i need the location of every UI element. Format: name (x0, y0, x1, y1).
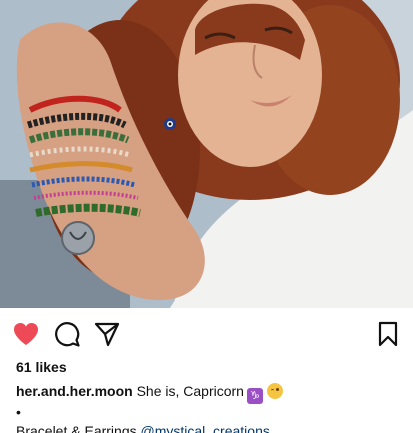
username-link[interactable]: her.and.her.moon (16, 383, 133, 399)
post-action-bar (0, 308, 413, 358)
paper-plane-icon (94, 322, 120, 347)
post-meta: 61 likes her.and.her.moon She is, Capric… (16, 358, 406, 433)
caption: her.and.her.moon She is, Capricorn ♑ (16, 382, 406, 404)
heart-icon (14, 323, 38, 345)
capricorn-sign-icon: ♑ (246, 388, 263, 404)
comment-button[interactable] (53, 320, 81, 348)
caption-separator: • (16, 404, 21, 420)
caption-credit: Bracelet & Earrings @mystical_creations_… (16, 422, 406, 433)
like-button[interactable] (12, 320, 40, 348)
comment-bubble-icon (55, 322, 80, 347)
selfie-illustration (0, 0, 413, 308)
smirking-face-icon (266, 383, 283, 399)
post-photo[interactable] (0, 0, 413, 308)
save-button[interactable] (374, 320, 402, 348)
mention-link[interactable]: @mystical_creations__ (141, 423, 286, 433)
bookmark-icon (378, 321, 398, 347)
caption-text: She is, Capricorn (136, 383, 244, 399)
likes-count[interactable]: 61 likes (16, 358, 406, 376)
credit-text: Bracelet & Earrings (16, 423, 137, 433)
share-button[interactable] (93, 320, 121, 348)
instagram-post: 61 likes her.and.her.moon She is, Capric… (0, 0, 413, 433)
